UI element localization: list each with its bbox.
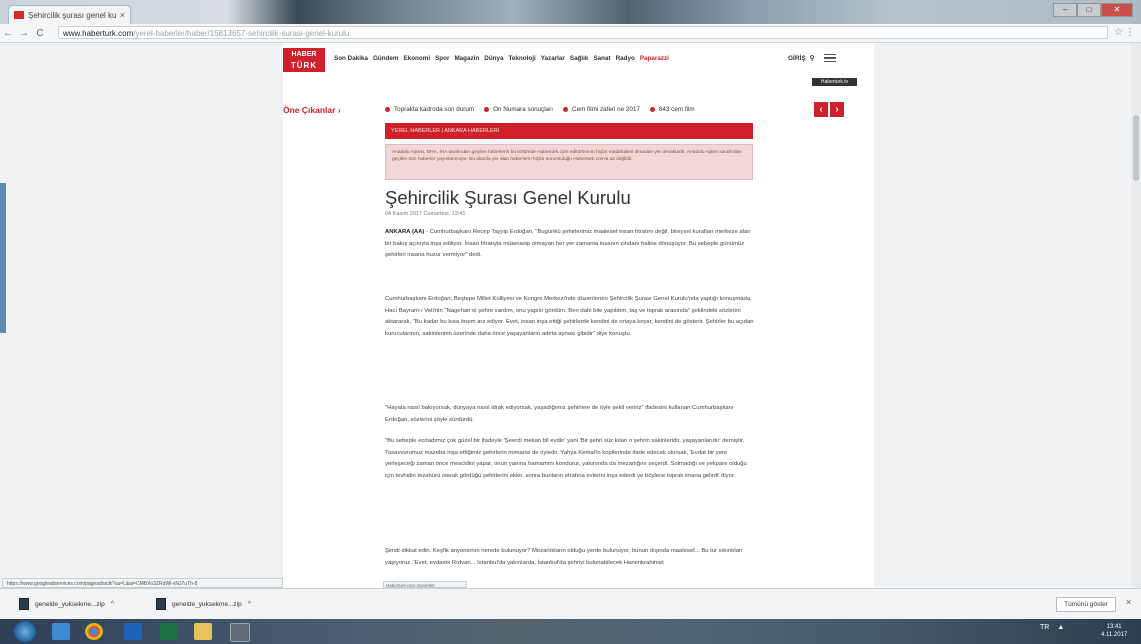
article-date: 04 Kasım 2017 Cumartesi, 13:41 (385, 211, 466, 217)
close-window-button[interactable]: ✕ (1101, 3, 1133, 17)
login-link[interactable]: GİRİŞ (788, 55, 806, 62)
show-all-downloads-button[interactable]: Tümünü göster (1056, 597, 1116, 612)
featured-item[interactable]: Cem filmi zaferi ne 2017 (563, 106, 640, 113)
hamburger-menu-icon[interactable] (824, 54, 837, 62)
agency-notice: Anadolu Ajansı, DHA, İHA tarafından geçi… (385, 144, 753, 180)
right-margin (874, 43, 1141, 588)
article-paragraph: ANKARA (AA) - Cumhurbaşkanı Recep Tayyip… (385, 229, 751, 259)
browser-toolbar: ← → C www.haberturk.com/yerel-haberler/h… (0, 24, 1141, 43)
site-header: HABER TÜRK Son Dakika Gündem Ekonomi Spo… (283, 48, 874, 72)
tab-close-icon[interactable]: × (120, 10, 125, 20)
chrome-icon[interactable] (85, 623, 103, 640)
logo-line-1: HABER (291, 51, 317, 58)
url-host: www.haberturk.com (63, 29, 134, 38)
nav-item[interactable]: Yazarlar (541, 55, 565, 62)
nav-item[interactable]: Sağlık (570, 55, 589, 62)
clock-date: 4.11.2017 (1101, 632, 1128, 638)
article-page: HABER TÜRK Son Dakika Gündem Ekonomi Spo… (283, 43, 874, 588)
minimize-button[interactable]: – (1053, 3, 1077, 17)
bookmark-star-icon[interactable]: ☆ (1114, 27, 1123, 38)
tray-arrow-icon[interactable]: ▲ (1057, 624, 1064, 631)
nav-item[interactable]: Son Dakika (334, 55, 368, 62)
hover-tooltip: Haberturk-gezi ziyaretler (383, 581, 467, 588)
featured-prev-button[interactable]: ‹ (814, 102, 828, 117)
nav-item[interactable]: Gündem (373, 55, 399, 62)
featured-next-button[interactable]: › (830, 102, 844, 117)
featured-item[interactable]: On Numara sonuçları (484, 106, 553, 113)
article-paragraph: "Hayata nasıl bakıyorsak, dünyaya nasıl … (385, 405, 734, 423)
article-paragraph: Şimdi dikkat edin. Keşfik anyonsrnın ner… (385, 548, 743, 566)
desktop-background-strip (0, 0, 1141, 24)
excel-icon[interactable] (160, 623, 178, 640)
system-clock[interactable]: 13:41 4.11.2017 (1101, 623, 1127, 639)
tv-badge[interactable]: Haberturk.tv (812, 78, 857, 86)
desktop-edge (0, 183, 6, 333)
maximize-button[interactable]: □ (1077, 3, 1101, 17)
featured-item[interactable]: 843 cem film (649, 106, 695, 113)
file-icon (156, 598, 166, 610)
nav-item[interactable]: Ekonomi (404, 55, 431, 62)
keyboard-language[interactable]: TR (1040, 624, 1049, 631)
file-icon (19, 598, 29, 610)
page-scrollbar[interactable] (1131, 43, 1141, 588)
featured-label[interactable]: Öne Çıkanlar › (283, 105, 341, 115)
download-item[interactable]: genelde_yuksekme...zip ^ (19, 598, 114, 610)
file-explorer-icon[interactable] (194, 623, 212, 640)
bullet-icon (385, 107, 390, 112)
nav-item-paparazzi[interactable]: Paparazzi (640, 55, 669, 62)
dateline: ANKARA (AA) (385, 229, 425, 235)
browser-tab[interactable]: Şehircilik şurası genel ku × (8, 5, 131, 24)
close-downloads-icon[interactable]: × (1126, 597, 1131, 607)
bullet-icon (484, 107, 490, 112)
nav-item[interactable]: Teknoloji (509, 55, 536, 62)
clock-time: 13:41 (1106, 624, 1122, 630)
internet-explorer-icon[interactable] (52, 623, 70, 640)
category-breadcrumb[interactable]: YEREL HABERLER | ANKARA HABERLERİ (385, 123, 753, 139)
system-tray: TR ▲ (1040, 624, 1064, 631)
nav-item[interactable]: Dünya (484, 55, 503, 62)
scrollbar-thumb[interactable] (1133, 115, 1139, 181)
url-path: /yerel-haberler/haber/15813657-sehircili… (133, 29, 350, 38)
forward-button[interactable]: → (16, 28, 32, 39)
nav-item[interactable]: Sanat (593, 55, 610, 62)
download-shelf: genelde_yuksekme...zip ^ genelde_yuksekm… (0, 588, 1141, 620)
download-filename: genelde_yuksekme...zip (35, 600, 105, 608)
logo-line-2: TÜRK (290, 61, 318, 70)
bullet-icon (563, 107, 569, 112)
favicon-icon (14, 11, 24, 19)
window-controls: – □ ✕ (1053, 3, 1133, 17)
tab-title: Şehircilik şurası genel ku (28, 10, 116, 20)
header-actions: GİRİŞ ⚲ (788, 54, 837, 62)
article-paragraph: Cumhurbaşkanı Erdoğan, Beştepe Millet Kü… (385, 296, 754, 337)
chevron-up-icon[interactable]: ^ (111, 601, 114, 608)
back-button[interactable]: ← (0, 28, 16, 39)
address-bar[interactable]: www.haberturk.com/yerel-haberler/haber/1… (58, 26, 1108, 39)
start-button[interactable] (14, 621, 36, 642)
nav-item[interactable]: Spor (435, 55, 449, 62)
left-margin (0, 43, 283, 588)
status-url: https://www.googleadservices.com/pagead/… (2, 578, 283, 588)
featured-item[interactable]: Toprakta kadroda son durum (385, 106, 474, 113)
haberturk-logo[interactable]: HABER TÜRK (283, 48, 325, 72)
reload-button[interactable]: C (32, 28, 48, 39)
featured-list: Toprakta kadroda son durum On Numara son… (385, 106, 695, 113)
app-window-icon[interactable] (230, 623, 250, 642)
browser-menu-icon[interactable]: ⋮ (1125, 27, 1135, 38)
search-icon[interactable]: ⚲ (810, 54, 815, 62)
outlook-icon[interactable] (124, 623, 142, 640)
chevron-up-icon[interactable]: ^ (248, 601, 251, 608)
windows-taskbar: TR ▲ 13:41 4.11.2017 (0, 619, 1141, 644)
article-paragraph: "Bu sebeple ecdadımız çok güzel bir ifad… (385, 438, 747, 479)
main-nav: Son Dakika Gündem Ekonomi Spor Magazin D… (334, 55, 669, 62)
article-title: Şehircilik Şurası Genel Kurulu (385, 187, 631, 208)
download-filename: genelde_yuksekme...zip (172, 600, 242, 608)
nav-item[interactable]: Magazin (454, 55, 479, 62)
nav-item[interactable]: Radyo (616, 55, 635, 62)
bullet-icon (649, 107, 655, 112)
download-item[interactable]: genelde_yuksekme...zip ^ (156, 598, 251, 610)
